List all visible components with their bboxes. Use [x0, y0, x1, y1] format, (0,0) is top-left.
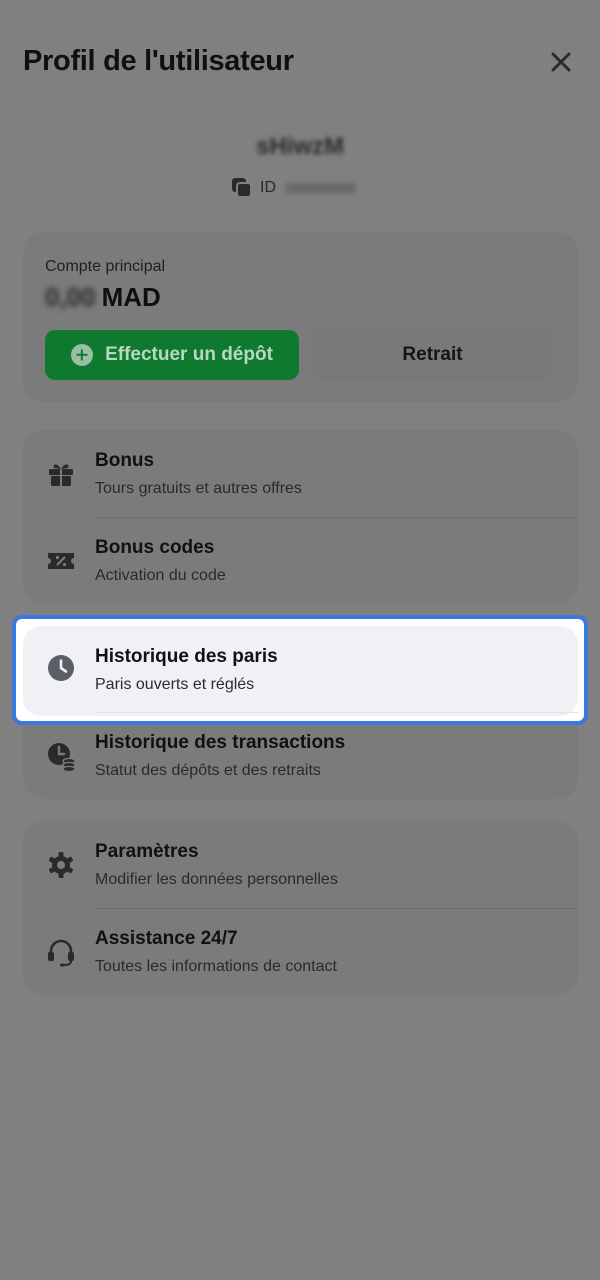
- page-title: Profil de l'utilisateur: [23, 45, 294, 77]
- gear-icon: [49, 852, 73, 878]
- menu-item-subtitle: Modifier les données personnelles: [95, 871, 338, 888]
- username: sHiwzM: [255, 133, 344, 160]
- menu-item-bonus[interactable]: Bonus Tours gratuits et autres offres: [23, 430, 578, 517]
- deposit-button[interactable]: Effectuer un dépôt: [45, 330, 299, 380]
- user-id-row: ID 000000000: [230, 176, 356, 200]
- menu-item-bonus-codes[interactable]: Bonus codes Activation du code: [23, 517, 578, 604]
- menu-item-subtitle: Activation du code: [95, 567, 226, 584]
- ticket-percent-icon: [48, 553, 74, 569]
- bonus-menu-group: Bonus Tours gratuits et autres offres Bo…: [23, 430, 578, 604]
- menu-item-title: Bonus codes: [95, 537, 215, 558]
- menu-item-subtitle: Paris ouverts et réglés: [95, 676, 255, 693]
- menu-item-subtitle: Tours gratuits et autres offres: [95, 480, 302, 497]
- menu-item-title: Assistance 24/7: [95, 928, 238, 949]
- profile-header: Profil de l'utilisateur: [0, 0, 600, 130]
- clock-icon: [48, 655, 74, 681]
- menu-item-settings[interactable]: Paramètres Modifier les données personne…: [23, 821, 578, 908]
- menu-item-subtitle: Statut des dépôts et des retraits: [95, 762, 321, 779]
- settings-menu-group: Paramètres Modifier les données personne…: [23, 821, 578, 995]
- menu-item-title: Bonus: [95, 450, 155, 471]
- user-id-label: ID: [260, 179, 276, 196]
- headset-icon: [48, 939, 74, 967]
- menu-item-support[interactable]: Assistance 24/7 Toutes les informations …: [23, 908, 578, 995]
- account-balance: 0,00 MAD: [45, 282, 161, 313]
- menu-item-bets-history-highlighted[interactable]: Historique des paris Paris ouverts et ré…: [12, 615, 588, 725]
- plus-circle-icon: [71, 344, 94, 366]
- copy-icon[interactable]: [230, 176, 254, 200]
- main-account-card: Compte principal 0,00 MAD Effectuer un d…: [23, 232, 578, 402]
- close-icon[interactable]: [545, 46, 577, 78]
- balance-amount: 0,00: [45, 282, 96, 312]
- menu-item-transactions-history[interactable]: Historique des transactions Statut des d…: [23, 712, 578, 799]
- menu-item-title: Historique des transactions: [95, 732, 346, 753]
- menu-item-bets-history[interactable]: Historique des paris Paris ouverts et ré…: [23, 626, 578, 716]
- deposit-button-label: Effectuer un dépôt: [105, 344, 273, 365]
- balance-currency: MAD: [101, 282, 161, 312]
- menu-item-title: Paramètres: [95, 841, 199, 862]
- gift-icon: [49, 464, 73, 486]
- clock-coins-icon: [48, 743, 76, 772]
- user-id-value: 000000000: [286, 180, 357, 196]
- divider: [95, 712, 578, 713]
- menu-item-subtitle: Toutes les informations de contact: [95, 958, 337, 975]
- account-label: Compte principal: [45, 258, 166, 275]
- withdraw-button[interactable]: Retrait: [311, 330, 554, 380]
- menu-item-title: Historique des paris: [95, 646, 278, 667]
